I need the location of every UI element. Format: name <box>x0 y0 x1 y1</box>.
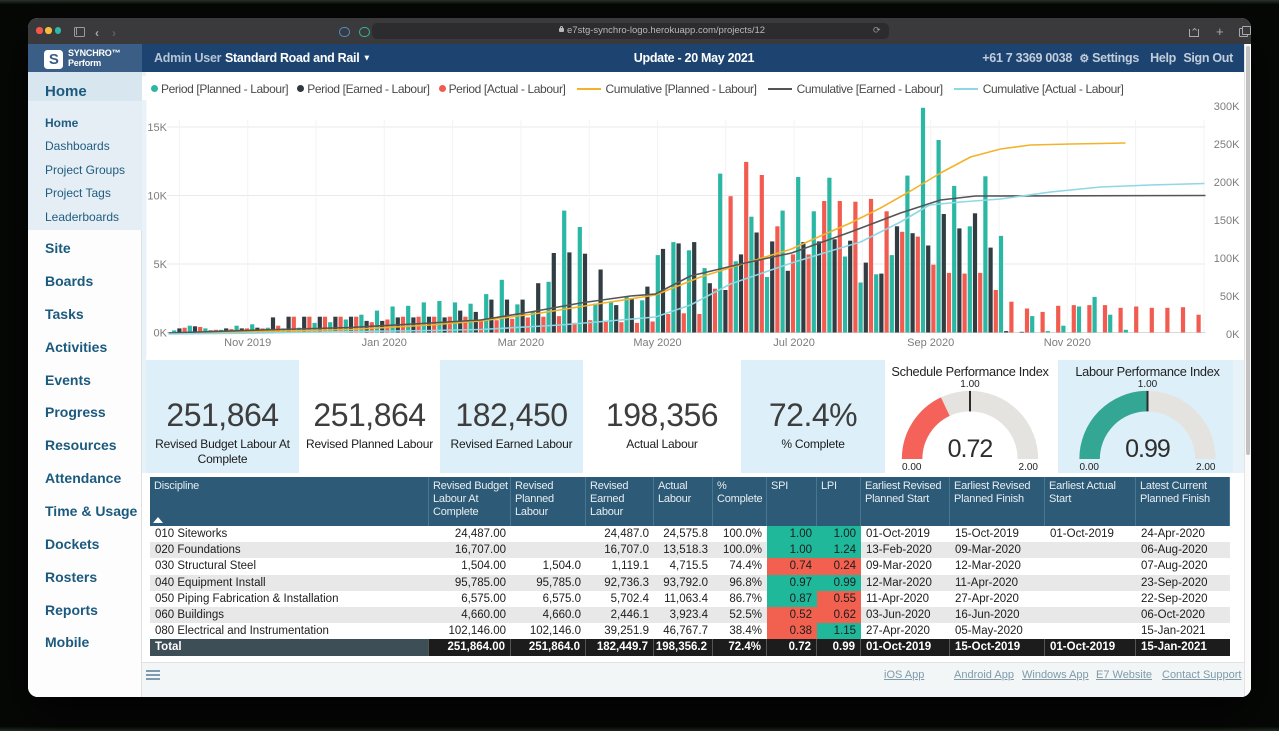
svg-text:Sep 2020: Sep 2020 <box>907 337 954 349</box>
svg-text:Mar 2020: Mar 2020 <box>497 337 543 349</box>
svg-text:50K: 50K <box>1219 291 1239 303</box>
svg-text:5K: 5K <box>153 259 167 271</box>
svg-text:Jan 2020: Jan 2020 <box>361 337 406 349</box>
svg-text:0K: 0K <box>153 328 167 340</box>
svg-text:200K: 200K <box>1213 177 1239 189</box>
svg-text:100K: 100K <box>1213 253 1239 265</box>
svg-text:10K: 10K <box>147 191 167 203</box>
svg-text:150K: 150K <box>1213 215 1239 227</box>
svg-text:15K: 15K <box>147 122 167 134</box>
svg-text:0K: 0K <box>1226 329 1240 341</box>
svg-text:250K: 250K <box>1213 139 1239 151</box>
svg-text:Nov 2020: Nov 2020 <box>1043 337 1090 349</box>
svg-text:Jul 2020: Jul 2020 <box>773 337 815 349</box>
svg-text:May 2020: May 2020 <box>633 337 681 349</box>
svg-text:Nov 2019: Nov 2019 <box>224 337 271 349</box>
svg-text:300K: 300K <box>1213 101 1239 113</box>
